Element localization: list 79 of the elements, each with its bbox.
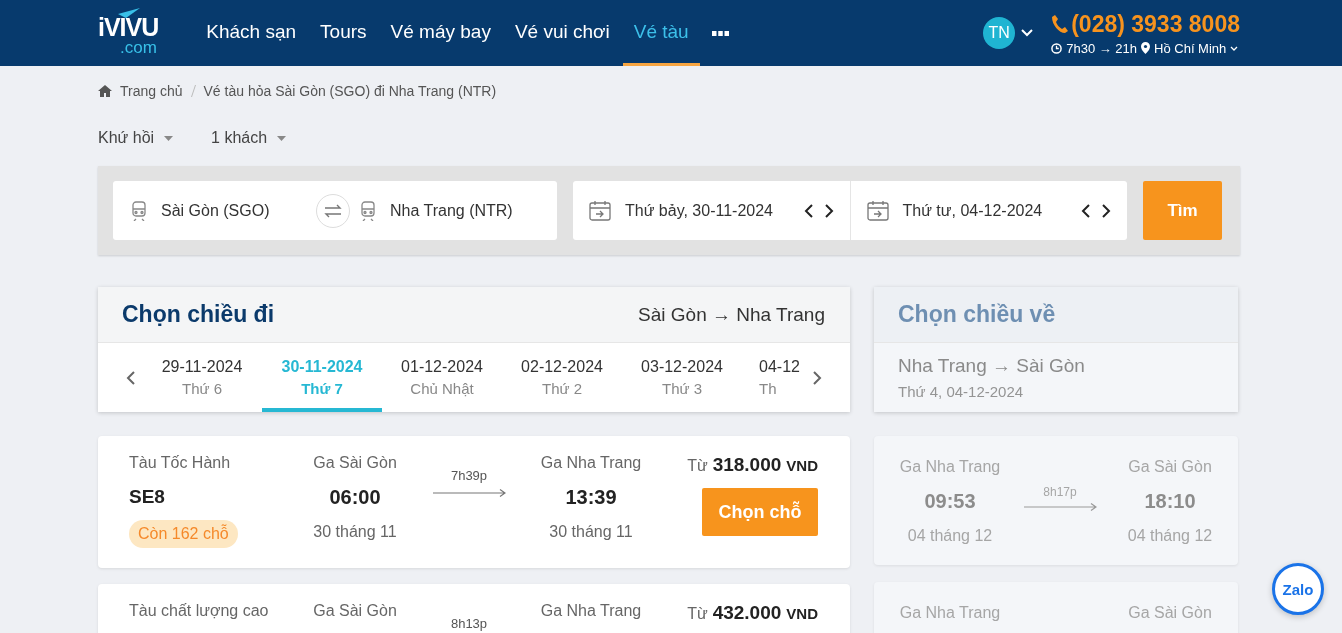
breadcrumb-link[interactable]: Trang chủ	[120, 83, 183, 99]
departure-date-field[interactable]: Thứ bảy, 30-11-2024	[573, 181, 850, 240]
chat-button[interactable]: Zalo	[1272, 563, 1324, 615]
swap-button[interactable]	[316, 193, 350, 228]
date-tab[interactable]: 03-12-2024 Thứ 3	[622, 343, 742, 412]
nav-link[interactable]: Vé vui chơi	[503, 0, 621, 66]
city-selector[interactable]: Hồ Chí Minh	[1154, 40, 1227, 56]
train-type: Tàu chất lượng cao	[129, 602, 269, 620]
time: 06:00	[329, 486, 381, 509]
nav-link[interactable]: Vé máy bay	[379, 0, 502, 66]
swap-icon	[324, 203, 342, 218]
chevron-left-icon[interactable]	[803, 202, 814, 219]
duration: 8h13p	[450, 616, 488, 631]
route-label: Sài Gòn → Nha Trang	[638, 303, 825, 326]
currency: VND	[786, 605, 818, 622]
destination-field[interactable]: Nha Trang (NTR)	[350, 181, 557, 240]
nav-link[interactable]: Vé tàu	[622, 0, 700, 66]
arrow-icon	[1023, 503, 1097, 511]
time: 13:39	[565, 486, 617, 509]
return-date: Thứ 4, 04-12-2024	[898, 383, 1025, 400]
date-tab[interactable]: 04-12 Th	[742, 343, 800, 412]
station-name: Ga Nha Trang	[540, 602, 642, 620]
chevron-down-icon[interactable]	[1021, 29, 1034, 37]
dropdown[interactable]: Khứ hồi	[98, 128, 174, 148]
phone-icon	[1051, 14, 1070, 34]
origin-field[interactable]: Sài Gòn (SGO)	[113, 181, 316, 240]
station-name: Ga Nha Trang	[540, 454, 642, 472]
currency: VND	[786, 457, 818, 474]
route-label: Nha Trang → Sài Gòn	[898, 355, 1086, 377]
date: 04 tháng 12	[1127, 527, 1213, 545]
opening-hours: 7h30 → 21h	[1066, 40, 1138, 56]
nav-link[interactable]: Tours	[309, 0, 378, 66]
chevron-left-icon[interactable]	[1081, 202, 1091, 219]
train-code: SE8	[129, 486, 165, 508]
chevron-down-icon[interactable]	[1230, 45, 1239, 51]
phone-number[interactable]: (028) 3933 8008	[1071, 10, 1240, 38]
price: 432.000	[712, 602, 782, 624]
station-name: Ga Nha Trang	[899, 604, 1001, 622]
slash-separator-icon	[190, 85, 196, 97]
date: 30 tháng 11	[549, 523, 633, 541]
dropdown[interactable]: 1 khách	[211, 128, 287, 148]
home-icon[interactable]	[98, 85, 112, 97]
date-tab[interactable]: 01-12-2024 Chủ Nhật	[382, 343, 502, 412]
caret-icon	[277, 135, 287, 141]
return-date-field[interactable]: Thứ tư, 04-12-2024	[849, 181, 1127, 240]
more-icon[interactable]	[711, 30, 729, 36]
date: 30 tháng 11	[313, 523, 397, 541]
arrow-icon	[432, 489, 506, 497]
price: 318.000	[712, 454, 782, 476]
clock-icon	[1051, 42, 1063, 54]
chevron-right-icon[interactable]	[1101, 202, 1111, 219]
price-prefix: Từ	[687, 605, 708, 623]
logo[interactable]: iVIVU .com	[98, 8, 159, 58]
station-name: Ga Nha Trang	[899, 458, 1001, 476]
train-icon	[360, 200, 376, 221]
station-name: Ga Sài Gòn	[313, 602, 397, 620]
seats-left-badge: Còn 162 chỗ	[129, 520, 238, 548]
time: 09:53	[924, 490, 976, 513]
date-tab[interactable]: 02-12-2024 Thứ 2	[502, 343, 622, 412]
chevron-right-icon[interactable]	[823, 202, 834, 219]
duration: 8h17p	[1043, 485, 1077, 499]
location-pin-icon	[1141, 42, 1151, 54]
caret-icon	[164, 135, 174, 141]
price-prefix: Từ	[687, 457, 708, 475]
station-name: Ga Sài Gòn	[1128, 458, 1212, 476]
calendar-icon	[589, 199, 611, 222]
panel-title: Chọn chiều về	[898, 301, 1056, 328]
panel-title: Chọn chiều đi	[122, 301, 275, 328]
train-type: Tàu Tốc Hành	[129, 454, 231, 472]
train-icon	[131, 200, 147, 221]
calendar-icon	[866, 199, 889, 222]
nav-link[interactable]: Khách sạn	[195, 0, 308, 66]
station-name: Ga Sài Gòn	[1128, 604, 1212, 622]
date-tab[interactable]: 29-11-2024 Thứ 6	[142, 343, 262, 412]
date: 04 tháng 12	[907, 527, 993, 545]
breadcrumb-link[interactable]: Vé tàu hỏa Sài Gòn (SGO) đi Nha Trang (NTR)	[203, 83, 497, 99]
station-name: Ga Sài Gòn	[313, 454, 397, 472]
time: 18:10	[1144, 490, 1196, 513]
duration: 7h39p	[450, 468, 488, 483]
